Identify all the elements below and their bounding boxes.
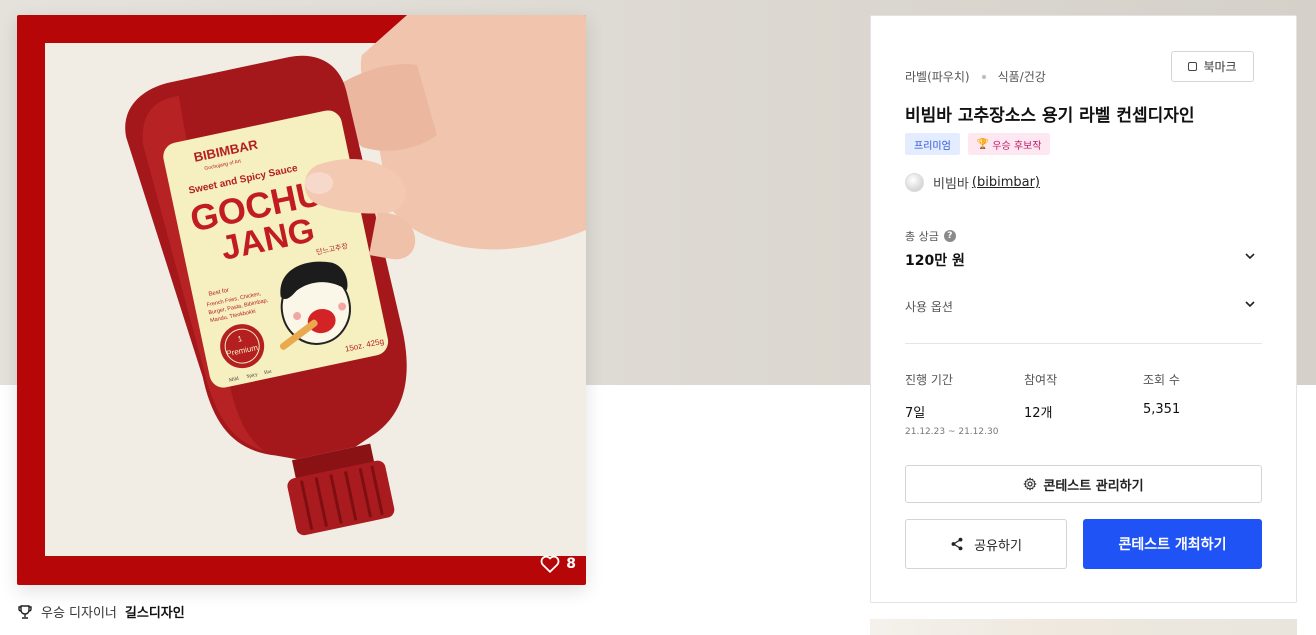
winning-designer-prefix: 우승 디자이너 [41, 606, 117, 621]
help-icon[interactable]: ? [943, 230, 956, 242]
contest-detail-page: BIBIMBAR Gochujang of Art Sweet and Spic… [0, 0, 1316, 635]
prize-label-text: 총 상금 [905, 230, 939, 243]
chevron-down-icon[interactable] [1244, 298, 1256, 310]
share-label: 공유하기 [974, 538, 1022, 554]
stat-period-range: 21.12.23 ~ 21.12.30 [905, 427, 999, 437]
contest-owner[interactable]: 비빔바 (bibimbar) [905, 173, 1040, 192]
stat-period-label: 진행 기간 [905, 373, 953, 387]
winner-candidate-badge: 🏆 우승 후보작 [967, 133, 1051, 155]
heart-icon [540, 555, 560, 573]
like-count: 8 [566, 556, 576, 572]
contest-info-panel: 라벨(파우치) 식품/건강 북마크 비빔바 고추장소스 용기 라벨 컨셉디자인 … [870, 15, 1297, 603]
usage-option-label[interactable]: 사용 옵션 [905, 298, 953, 315]
stat-period-value: 7일 [905, 406, 926, 421]
winner-candidate-label: 우승 후보작 [992, 140, 1042, 152]
contest-title: 비빔바 고추장소스 용기 라벨 컨셉디자인 [905, 106, 1195, 126]
trophy-icon [18, 604, 32, 619]
winning-designer: 우승 디자이너 길스디자인 [17, 602, 185, 621]
stat-entries-label: 참여작 [1024, 373, 1058, 387]
share-button[interactable]: 공유하기 [905, 519, 1067, 569]
host-contest-button[interactable]: 콘테스트 개최하기 [1083, 519, 1262, 569]
contest-stats: 진행 기간 7일 21.12.23 ~ 21.12.30 참여작 12개 조회 … [905, 371, 1265, 437]
prize-label: 총 상금 ? [905, 228, 956, 244]
winning-designer-name[interactable]: 길스디자인 [125, 602, 185, 621]
manage-contest-button[interactable]: 콘테스트 관리하기 [905, 465, 1262, 503]
gochujang-bottle-image: BIBIMBAR Gochujang of Art Sweet and Spic… [125, 15, 586, 536]
manage-contest-label: 콘테스트 관리하기 [1043, 478, 1144, 494]
owner-handle[interactable]: (bibimbar) [972, 175, 1040, 190]
related-thumbnail[interactable] [870, 619, 1297, 635]
category-main[interactable]: 라벨(파우치) [905, 68, 970, 85]
stat-views-label: 조회 수 [1143, 373, 1180, 387]
prize-value: 120만 원 [905, 253, 965, 269]
bookmark-icon [1188, 62, 1198, 71]
contest-artwork[interactable]: BIBIMBAR Gochujang of Art Sweet and Spic… [17, 15, 586, 585]
avatar [905, 173, 924, 192]
stat-entries: 참여작 12개 [1024, 371, 1143, 437]
owner-name: 비빔바 [933, 177, 969, 192]
stat-views-value: 5,351 [1143, 402, 1181, 417]
premium-badge: 프리미엄 [905, 133, 960, 155]
badge-group: 프리미엄 🏆 우승 후보작 [905, 133, 1051, 155]
stat-views: 조회 수 5,351 [1143, 371, 1262, 437]
bookmark-button[interactable]: 북마크 [1171, 51, 1254, 82]
divider [905, 343, 1262, 344]
category-sub[interactable]: 식품/건강 [998, 68, 1046, 85]
trophy-icon: 🏆 [976, 138, 990, 150]
gear-icon [1023, 477, 1038, 491]
share-icon [951, 537, 963, 551]
bookmark-label: 북마크 [1203, 60, 1237, 74]
stat-entries-value: 12개 [1024, 406, 1053, 421]
stat-period: 진행 기간 7일 21.12.23 ~ 21.12.30 [905, 371, 1024, 437]
breadcrumb: 라벨(파우치) 식품/건강 [905, 68, 1046, 85]
breadcrumb-separator [981, 74, 986, 79]
like-counter[interactable]: 8 [540, 555, 576, 573]
chevron-down-icon[interactable] [1244, 250, 1256, 262]
